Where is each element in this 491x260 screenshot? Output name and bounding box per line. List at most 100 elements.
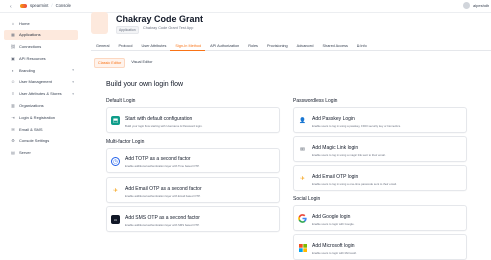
card-title: Add Google login bbox=[312, 214, 351, 220]
sidebar-item-label: Connections bbox=[19, 44, 42, 50]
subtab-visual-editor[interactable]: Visual Editor bbox=[128, 58, 155, 68]
sidebar-item-label: Console Settings bbox=[19, 138, 50, 144]
tab-label: Sign-In Method bbox=[175, 44, 202, 48]
passkey-icon: 👤 bbox=[299, 117, 306, 124]
brand-separator: / bbox=[51, 3, 53, 8]
sidebar-item-label: Email & SMS bbox=[19, 126, 43, 132]
tab-label: Advanced bbox=[296, 44, 314, 48]
tab-advanced[interactable]: Advanced bbox=[292, 41, 318, 51]
card-title: Add Passkey Login bbox=[312, 116, 355, 122]
brand-logo bbox=[20, 3, 27, 8]
card-microsoft[interactable]: Add Microsoft login Enable users to logi… bbox=[293, 234, 467, 260]
brand-product: spearmint bbox=[30, 3, 49, 8]
house-icon: ⌂ bbox=[11, 20, 15, 26]
card-title: Add SMS OTP as a second factor bbox=[125, 215, 200, 221]
card-magic-link[interactable]: ✉ Add Magic Link login Enable users to l… bbox=[293, 136, 467, 162]
card-description: Enable users to log in using a magic lin… bbox=[312, 153, 386, 157]
social-heading: Social Login bbox=[293, 196, 321, 202]
tab-label: Info bbox=[360, 44, 367, 48]
sidebar-item-label: Server bbox=[19, 150, 31, 156]
grid-icon: ▦ bbox=[11, 32, 15, 38]
editor-switcher: Classic Editor Visual Editor bbox=[94, 58, 155, 68]
box-icon: ▣ bbox=[11, 55, 15, 61]
sidebar-item-user-attributes-stores[interactable]: ≡ User Attributes & Stores ▾ bbox=[4, 89, 78, 99]
tab-label: Shared Access bbox=[322, 44, 348, 48]
microsoft-icon bbox=[298, 243, 307, 252]
card-description: Enable users to login with Google. bbox=[312, 222, 355, 226]
login-icon: ⇥ bbox=[11, 114, 15, 120]
sidebar-item-console-settings[interactable]: ⚙ Console Settings bbox=[4, 136, 78, 146]
user-name: alpeshdh bbox=[473, 3, 490, 8]
sidebar-item-home[interactable]: ⌂ Home bbox=[4, 18, 78, 28]
sidebar-item-organizations[interactable]: ▥ Organizations bbox=[4, 101, 78, 111]
sidebar-item-branding[interactable]: ◐ Branding ▾ bbox=[4, 65, 78, 75]
card-description: Enable users to login with Microsoft. bbox=[312, 251, 357, 255]
chevron-down-icon: ▾ bbox=[72, 68, 74, 73]
card-passkey[interactable]: 👤 Add Passkey Login Enable users to log … bbox=[293, 107, 467, 133]
card-title: Add Microsoft login bbox=[312, 243, 355, 249]
building-icon: ▥ bbox=[11, 103, 15, 109]
card-sms-otp[interactable]: ▭ Add SMS OTP as a second factor Enable … bbox=[106, 206, 280, 232]
email-otp-icon: ✈ bbox=[113, 187, 118, 194]
sidebar-item-connections[interactable]: ⛓ Connections bbox=[4, 42, 78, 52]
tab-label: User Attributes bbox=[141, 44, 167, 48]
card-totp[interactable]: ◷ Add TOTP as a second factor Enable add… bbox=[106, 148, 280, 173]
tab-protocol[interactable]: Protocol bbox=[114, 41, 137, 51]
sidebar-item-label: Applications bbox=[19, 32, 41, 38]
card-title: Add Email OTP as a second factor bbox=[125, 186, 202, 192]
tab-bar: General Protocol User Attributes Sign-In Me… bbox=[91, 41, 491, 51]
sidebar-item-applications[interactable]: ▦ Applications bbox=[4, 29, 78, 40]
sidebar-item-user-management[interactable]: ☺ User Management ▾ bbox=[4, 77, 78, 87]
sidebar-item-label: API Resources bbox=[19, 55, 46, 61]
card-description: Enable additional authentication layer w… bbox=[125, 164, 200, 168]
brand[interactable]: spearmint / Console bbox=[20, 3, 71, 8]
palette-icon: ◐ bbox=[11, 67, 15, 73]
link-icon: ⛓ bbox=[10, 44, 16, 50]
google-icon bbox=[298, 214, 307, 223]
sidebar-item-label: User Attributes & Stores bbox=[19, 91, 62, 97]
card-google[interactable]: Add Google login Enable users to login w… bbox=[293, 205, 467, 231]
app-subtitle: Chakray Code Grant Test App bbox=[143, 26, 194, 30]
back-icon[interactable]: ‹ bbox=[10, 4, 12, 10]
sidebar-item-email-sms[interactable]: ✉ Email & SMS bbox=[4, 124, 78, 134]
magic-link-icon: ✉ bbox=[300, 146, 305, 153]
card-description: Enable additional authentication layer w… bbox=[125, 194, 201, 198]
totp-icon: ◷ bbox=[111, 157, 120, 166]
avatar bbox=[463, 2, 470, 9]
card-title: Add Magic Link login bbox=[312, 145, 359, 151]
sidebar-item-label: Home bbox=[19, 20, 30, 26]
user-menu[interactable]: alpeshdh ▾ bbox=[463, 2, 491, 9]
tab-general[interactable]: General bbox=[91, 41, 114, 51]
chevron-down-icon: ▾ bbox=[72, 79, 74, 84]
tab-user-attributes[interactable]: User Attributes bbox=[136, 41, 170, 51]
sidebar: ⌂ Home ▦ Applications ⛓ Connections ▣ API Resou… bbox=[4, 18, 78, 160]
section-heading: Build your own login flow bbox=[106, 81, 184, 88]
tab-api-authorization[interactable]: API Authorization bbox=[205, 41, 243, 51]
server-icon: ▤ bbox=[11, 150, 15, 156]
sidebar-item-login-registration[interactable]: ⇥ Login & Registration bbox=[4, 112, 78, 122]
tab-label: Roles bbox=[248, 44, 258, 48]
tab-sign-in-method[interactable]: Sign-In Method bbox=[170, 41, 206, 51]
tab-info[interactable]: ⧉Info bbox=[352, 41, 371, 51]
card-email-otp[interactable]: ✈ Add Email OTP as a second factor Enabl… bbox=[106, 177, 280, 203]
tab-label: API Authorization bbox=[210, 44, 240, 48]
sidebar-item-server[interactable]: ▤ Server bbox=[4, 148, 78, 158]
tab-provisioning[interactable]: Provisioning bbox=[262, 41, 292, 51]
subtab-classic-editor[interactable]: Classic Editor bbox=[94, 58, 126, 68]
users-icon: ☺ bbox=[10, 79, 16, 85]
card-title: Add Email OTP login bbox=[312, 174, 359, 180]
card-basic-login[interactable]: ⬒ Start with default configuration Build… bbox=[106, 107, 280, 133]
tab-shared-access[interactable]: Shared Access bbox=[318, 41, 352, 51]
sms-otp-icon: ▭ bbox=[111, 215, 120, 224]
tab-roles[interactable]: Roles bbox=[243, 41, 262, 51]
sidebar-item-api-resources[interactable]: ▣ API Resources bbox=[4, 53, 78, 63]
card-email-otp-login[interactable]: ✈ Add Email OTP login Enable users to lo… bbox=[293, 165, 467, 191]
mail-icon: ✉ bbox=[11, 126, 15, 132]
page-title: Chakray Code Grant bbox=[116, 14, 204, 24]
brand-section: Console bbox=[55, 3, 71, 8]
default-login-heading: Default Login bbox=[106, 98, 136, 104]
card-description: Build your login flow starting with User… bbox=[125, 124, 203, 128]
database-icon: ≡ bbox=[11, 91, 15, 97]
app-type-badge: Application bbox=[116, 26, 139, 34]
external-link-icon: ⧉ bbox=[356, 44, 360, 48]
